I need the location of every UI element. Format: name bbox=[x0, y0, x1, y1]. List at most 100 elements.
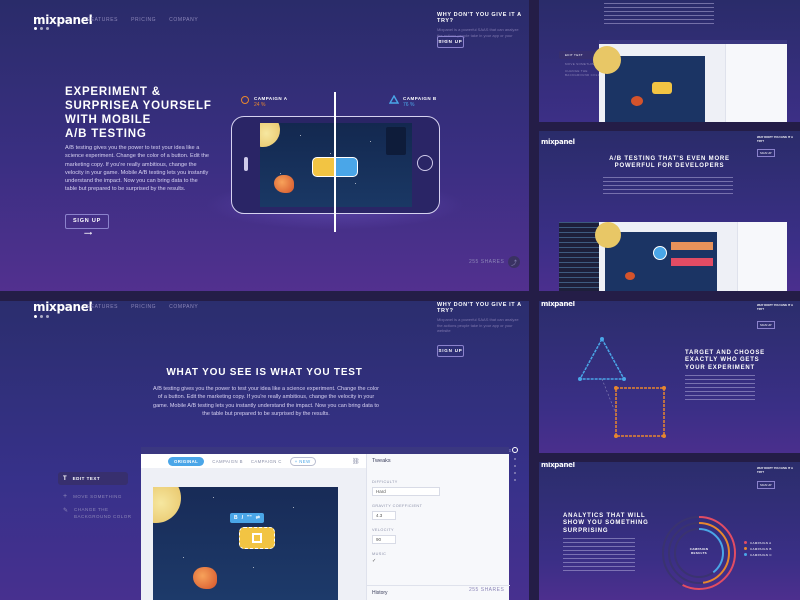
phone-home-button bbox=[417, 155, 433, 171]
nav-features[interactable]: FEATURES bbox=[87, 17, 118, 23]
brand-logo[interactable]: mixpanel bbox=[33, 301, 93, 314]
page-dot[interactable] bbox=[514, 472, 516, 474]
split-divider[interactable] bbox=[334, 92, 336, 232]
thumb-step-1[interactable]: EDIT TEXT bbox=[559, 51, 597, 59]
thumb-title-line: SURPRISING bbox=[563, 527, 609, 534]
tab-campaign-c[interactable]: CAMPAIGN C bbox=[251, 459, 282, 464]
code-pane bbox=[559, 222, 599, 291]
field-gravity-input[interactable]: 4.3 bbox=[372, 511, 396, 520]
field-velocity-input[interactable]: 90 bbox=[372, 535, 396, 544]
step-change-background[interactable]: ✎ CHANGE THE BACKGROUND COLOR bbox=[58, 507, 138, 520]
quote-button[interactable]: "" bbox=[247, 515, 252, 521]
hero-signup-label: SIGN UP bbox=[72, 218, 102, 224]
results-legend: CAMPAIGN A CAMPAIGN B CAMPAIGN C bbox=[744, 540, 772, 558]
thumb-signup[interactable]: SIGN UP bbox=[757, 321, 775, 329]
pause-glyph bbox=[252, 533, 262, 543]
page-dot[interactable] bbox=[514, 458, 516, 460]
tab-campaign-b[interactable]: CAMPAIGN B bbox=[212, 459, 243, 464]
moon bbox=[153, 487, 181, 523]
thumb-title: ANALYTICS THAT WILL SHOW YOU SOMETHING S… bbox=[563, 513, 649, 535]
share-count: 255 SHARES bbox=[469, 259, 505, 265]
nav-company[interactable]: COMPANY bbox=[169, 304, 198, 310]
section-body: A/B testing gives you the power to test … bbox=[153, 386, 379, 417]
field-difficulty-input[interactable]: Hard bbox=[372, 487, 440, 496]
page-dot[interactable] bbox=[514, 479, 516, 481]
thumb-signup[interactable]: SIGN UP bbox=[757, 481, 775, 489]
thumb-analytics: mixpanel WHY DON'T YOU GIVE IT A TRY? SI… bbox=[539, 462, 800, 600]
field-music-checkbox[interactable]: ✓ bbox=[372, 558, 376, 564]
thumb-text-block bbox=[685, 375, 755, 403]
tab-original[interactable]: ORIGINAL bbox=[168, 456, 205, 466]
arrow-right-icon: ⟶ bbox=[84, 231, 93, 237]
legend-label: CAMPAIGN A bbox=[750, 541, 772, 545]
step-edit-text[interactable]: T EDIT TEXT bbox=[58, 472, 128, 485]
hero-title: EXPERIMENT & SURPRISEA YOURSELF WITH MOB… bbox=[65, 85, 212, 141]
text-icon: T bbox=[63, 475, 67, 482]
phone-screen bbox=[260, 123, 412, 207]
thumb-code-window bbox=[559, 222, 787, 291]
thumb-title-line: EXACTLY WHO GETS bbox=[685, 357, 760, 364]
legend-label: CAMPAIGN C bbox=[750, 553, 772, 557]
nav-pricing[interactable]: PRICING bbox=[131, 304, 156, 310]
campaign-a-circle-icon bbox=[241, 96, 249, 104]
thumb-title-line: TARGET AND CHOOSE bbox=[685, 350, 765, 356]
bold-button[interactable]: B bbox=[234, 515, 238, 521]
share-icon[interactable]: ⤴ bbox=[508, 256, 521, 268]
thumb-title-line: YOUR EXPERIMENT bbox=[685, 364, 756, 371]
thumb-title: TARGET AND CHOOSE EXACTLY WHO GETS YOUR … bbox=[685, 350, 765, 372]
brand-logo[interactable]: mixpanel bbox=[541, 462, 575, 469]
hero-title-line: SURPRISEA YOURSELF bbox=[65, 100, 212, 113]
thumb-cta: WHY DON'T YOU GIVE IT A TRY? bbox=[757, 303, 793, 311]
campaign-b-triangle-icon bbox=[389, 95, 399, 104]
text-format-toolbar: B I "" ⇌ bbox=[230, 513, 264, 523]
editor-tabs: ORIGINAL CAMPAIGN B CAMPAIGN C + NEW ⛓ bbox=[141, 454, 366, 468]
header-signup-button[interactable]: SIGN UP bbox=[437, 345, 464, 357]
hero-panel: mixpanel FEATURES PRICING COMPANY WHY DO… bbox=[0, 0, 529, 291]
moon bbox=[260, 123, 280, 147]
tab-new[interactable]: + NEW bbox=[289, 456, 316, 466]
donut-center-label: CAMPAIGN RESULTS bbox=[689, 547, 709, 555]
square-segment bbox=[615, 387, 665, 437]
thumb-bubble-a bbox=[671, 242, 713, 250]
brand-logo[interactable]: mixpanel bbox=[541, 301, 575, 308]
step-move-something[interactable]: + MOVE SOMETHING bbox=[58, 490, 138, 503]
nav-company[interactable]: COMPANY bbox=[169, 17, 198, 23]
hero-title-line: A/B TESTING bbox=[65, 128, 147, 141]
editor-topbar bbox=[141, 447, 509, 454]
italic-button[interactable]: I bbox=[242, 515, 243, 521]
thumb-developers: mixpanel WHY DON'T YOU GIVE IT A TRY? SI… bbox=[539, 131, 800, 291]
section-title: WHAT YOU SEE IS WHAT YOU TEST bbox=[166, 367, 363, 378]
link-button[interactable]: ⇌ bbox=[256, 515, 260, 521]
step-label: MOVE SOMETHING bbox=[73, 494, 122, 499]
fox-character bbox=[274, 175, 294, 193]
phone-device bbox=[231, 116, 440, 214]
top-nav: FEATURES PRICING COMPANY bbox=[87, 17, 198, 23]
page-indicator bbox=[512, 447, 518, 481]
nav-features[interactable]: FEATURES bbox=[87, 304, 118, 310]
header-signup-button[interactable]: SIGN UP bbox=[437, 36, 464, 48]
brand-logo[interactable]: mixpanel bbox=[541, 138, 575, 146]
tweaks-panel: Tweaks DIFFICULTY Hard GRAVITY COEFFICIE… bbox=[366, 454, 510, 600]
nav-pricing[interactable]: PRICING bbox=[131, 17, 156, 23]
tweaks-title: Tweaks bbox=[372, 458, 391, 464]
brand-logo[interactable]: mixpanel bbox=[33, 13, 93, 27]
editor-window: ORIGINAL CAMPAIGN B CAMPAIGN C + NEW ⛓ B… bbox=[141, 447, 510, 600]
field-velocity-label: VELOCITY bbox=[372, 528, 394, 532]
hero-signup-button[interactable]: SIGN UP ⟶ bbox=[65, 214, 109, 237]
move-icon: + bbox=[63, 493, 68, 500]
thumb-title-line: POWERFUL FOR DEVELOPERS bbox=[614, 163, 725, 170]
thumb-editor-window bbox=[593, 40, 787, 122]
thumb-step-2[interactable]: MOVE SOMETHING bbox=[565, 62, 597, 66]
page-dot-active[interactable] bbox=[512, 447, 518, 453]
link-icon[interactable]: ⛓ bbox=[352, 458, 360, 465]
field-gravity-label: GRAVITY COEFFICIENT bbox=[372, 504, 423, 508]
mockup-collage: mixpanel FEATURES PRICING COMPANY WHY DO… bbox=[0, 0, 800, 600]
hero-title-line: EXPERIMENT & bbox=[65, 86, 161, 98]
brand-dots bbox=[34, 27, 49, 30]
target-diagram bbox=[578, 337, 666, 438]
step-label: EDIT TEXT bbox=[72, 476, 101, 481]
page-dot[interactable] bbox=[514, 465, 516, 467]
field-music-label: MUSIC bbox=[372, 552, 387, 556]
game-button[interactable] bbox=[239, 527, 275, 549]
step-label: CHANGE THE BACKGROUND COLOR bbox=[74, 507, 132, 519]
